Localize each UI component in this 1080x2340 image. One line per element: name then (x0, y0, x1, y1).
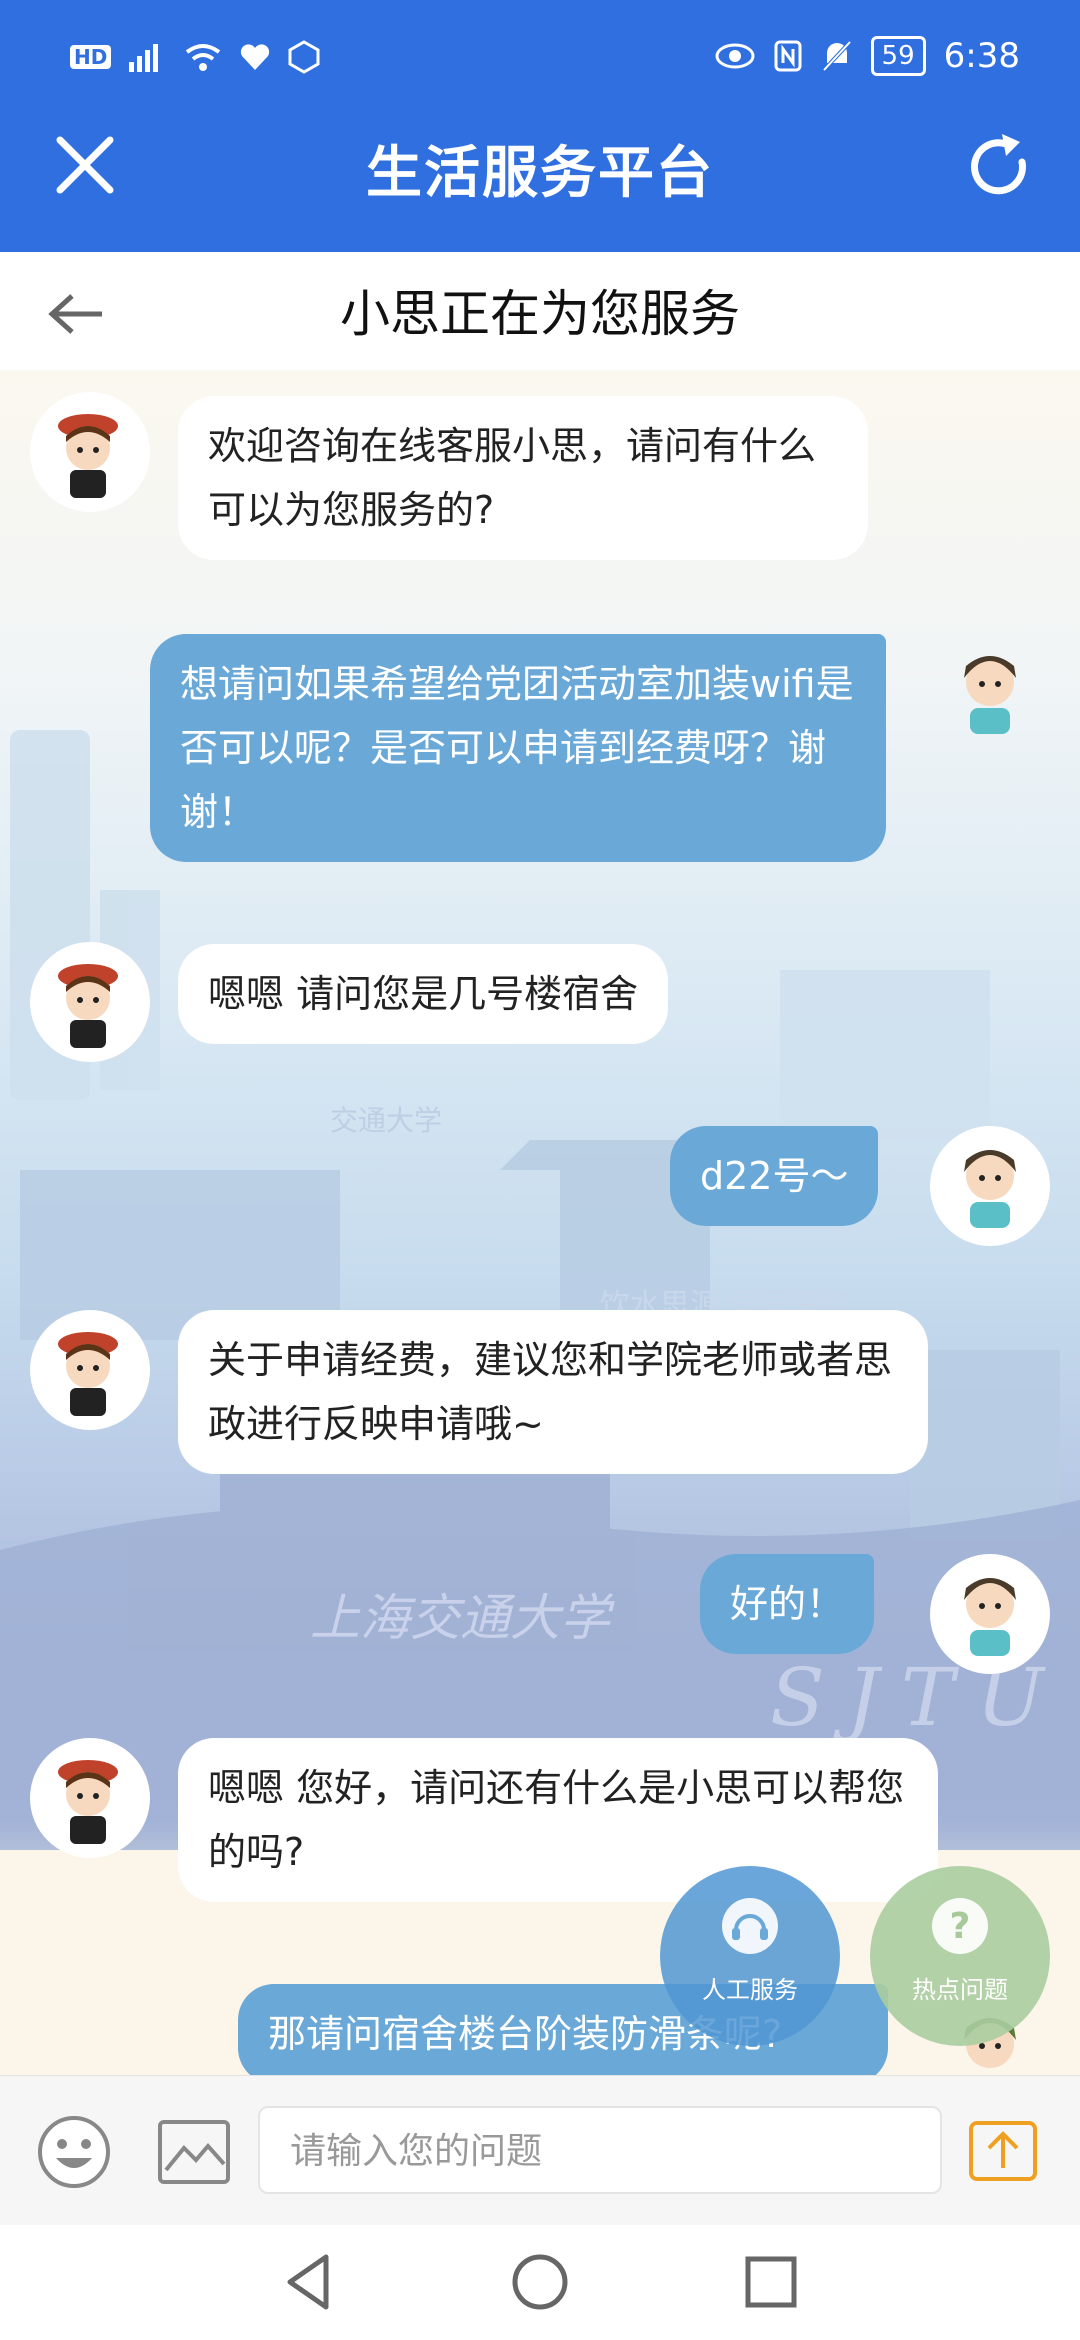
human-service-button[interactable]: 人工服务 (660, 1866, 840, 2046)
bot-avatar (30, 1738, 150, 1858)
watermark-school: 上海交通大学 (310, 1589, 615, 1647)
bot-avatar (30, 392, 150, 512)
nav-home-icon[interactable] (507, 2249, 573, 2315)
user-avatar (930, 632, 1050, 752)
user-avatar (930, 1126, 1050, 1246)
message-bot: 嗯嗯 您好，请问还有什么是小思可以帮您的吗? (178, 1738, 938, 1902)
message-bot: 关于申请经费，建议您和学院老师或者思政进行反映申请哦~ (178, 1310, 928, 1474)
heart-icon (241, 44, 270, 70)
app-header: HD 59 6:38 生活服务平台 (0, 0, 1080, 252)
mute-icon (821, 39, 853, 73)
hd-badge: HD (70, 45, 112, 69)
image-icon[interactable] (156, 2118, 232, 2186)
chat-title: 小思正在为您服务 (340, 285, 740, 343)
question-input[interactable]: 请输入您的问题 (258, 2106, 942, 2194)
bot-avatar (30, 942, 150, 1062)
human-service-label: 人工服务 (702, 1976, 798, 2004)
watermark-seal: 交通大学 (330, 1104, 442, 1137)
chat-area[interactable]: 饮水思源 爱国荣校 交通大学 上海交通大学 SJTU 欢迎咨询在线客服小思，请问… (0, 370, 1080, 2075)
bot-avatar (30, 1310, 150, 1430)
message-bot: 嗯嗯 请问您是几号楼宿舍 (178, 944, 669, 1044)
battery-level: 59 (870, 36, 926, 76)
message-user: d22号～ (670, 1126, 879, 1226)
refresh-icon[interactable] (964, 132, 1034, 202)
emoji-icon[interactable] (36, 2114, 112, 2190)
headset-icon (722, 1898, 778, 1954)
nfc-icon (774, 40, 802, 72)
hand-icon (288, 40, 320, 74)
hot-questions-label: 热点问题 (912, 1976, 1008, 2004)
status-bar: HD 59 6:38 (0, 0, 1080, 120)
question-icon: ? (932, 1898, 988, 1954)
input-placeholder: 请输入您的问题 (290, 2131, 543, 2172)
input-bar: 请输入您的问题 (0, 2075, 1080, 2226)
message-user: 想请问如果希望给党团活动室加装wifi是否可以呢？是否可以申请到经费呀？谢谢！ (150, 634, 886, 862)
hot-questions-button[interactable]: ? 热点问题 (870, 1866, 1050, 2046)
nav-back-icon[interactable] (276, 2249, 342, 2315)
eye-icon (715, 43, 755, 69)
chat-header: 小思正在为您服务 (0, 252, 1080, 370)
clock: 6:38 (943, 36, 1020, 76)
message-user: 好的！ (700, 1554, 875, 1654)
nav-recents-icon[interactable] (738, 2249, 804, 2315)
signal-icon (129, 44, 159, 72)
system-nav-bar (0, 2225, 1080, 2340)
message-bot: 欢迎咨询在线客服小思，请问有什么可以为您服务的? (178, 396, 868, 560)
page-title: 生活服务平台 (366, 141, 714, 206)
wifi-icon (186, 44, 221, 71)
svg-text:?: ? (950, 1906, 971, 1947)
user-avatar (930, 1554, 1050, 1674)
send-icon[interactable] (968, 2120, 1038, 2182)
